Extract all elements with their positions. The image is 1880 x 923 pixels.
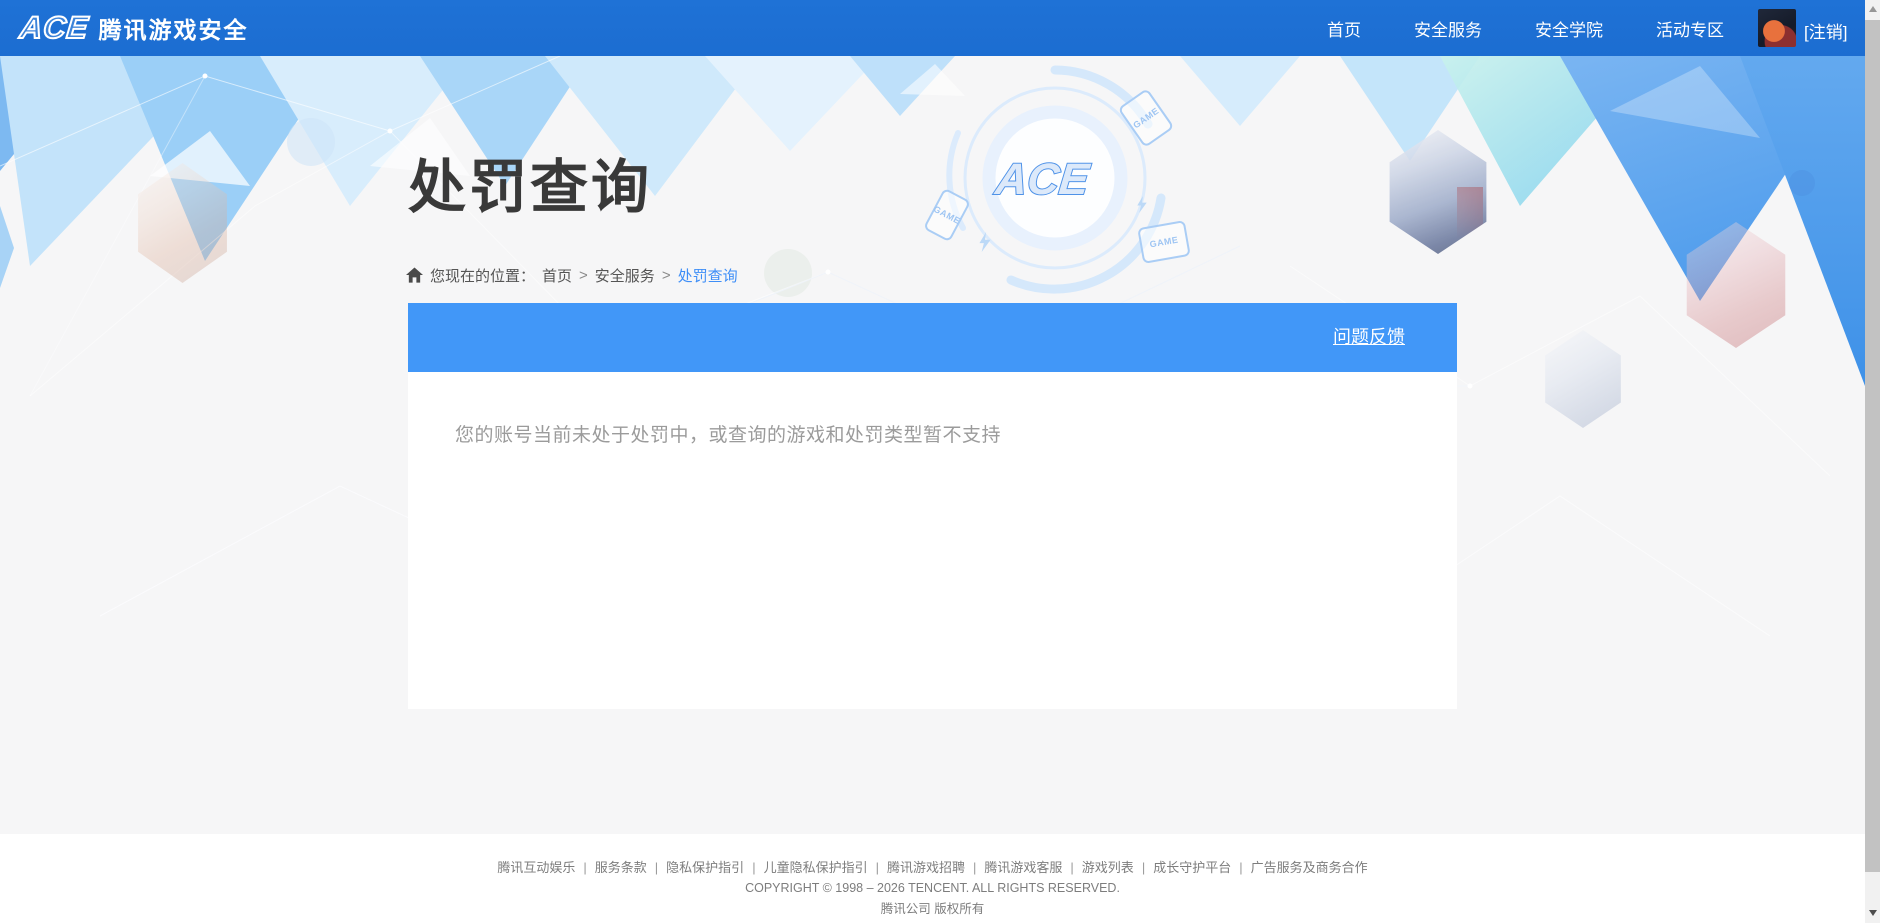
nav-item[interactable]: 安全学院 bbox=[1535, 16, 1603, 41]
nav-item[interactable]: 活动专区 bbox=[1656, 16, 1724, 41]
footer-link-separator: | bbox=[654, 860, 659, 875]
panel-header: 问题反馈 bbox=[408, 303, 1457, 372]
page-title: 处罚查询 bbox=[408, 155, 653, 220]
footer-link-separator: | bbox=[1070, 860, 1074, 875]
game-monitor-icon: GAME bbox=[1137, 220, 1191, 264]
nav-item[interactable]: 安全服务 bbox=[1414, 16, 1482, 41]
panel-body: 您的账号当前未处于处罚中，或查询的游戏和处罚类型暂不支持 bbox=[408, 372, 1457, 709]
query-result-panel: 问题反馈 您的账号当前未处于处罚中，或查询的游戏和处罚类型暂不支持 bbox=[408, 303, 1457, 709]
footer-link[interactable]: 游戏列表 bbox=[1082, 860, 1134, 875]
footer-copyright: COPYRIGHT © 1998 – 2026 TENCENT. ALL RIG… bbox=[745, 881, 1120, 895]
character-hexagon-swordsman bbox=[1389, 130, 1487, 254]
scrollbar-thumb[interactable] bbox=[1865, 20, 1880, 872]
breadcrumb-prefix: 您现在的位置： bbox=[430, 268, 536, 285]
vertical-scrollbar[interactable] bbox=[1865, 0, 1880, 923]
main-nav: 首页 安全服务 安全学院 活动专区 bbox=[1327, 0, 1724, 56]
scrollbar-up-button[interactable] bbox=[1865, 0, 1880, 17]
ace-logo-icon: ACE bbox=[17, 9, 91, 46]
home-icon bbox=[406, 267, 423, 283]
breadcrumb-home[interactable]: 首页 bbox=[542, 265, 572, 286]
user-avatar[interactable] bbox=[1758, 9, 1796, 47]
character-hexagon-red-hair bbox=[1686, 222, 1786, 348]
footer-link[interactable]: 腾讯游戏客服 bbox=[984, 860, 1062, 875]
footer-link[interactable]: 服务条款 bbox=[595, 860, 647, 875]
footer-link[interactable]: 儿童隐私保护指引 bbox=[764, 860, 868, 875]
footer-link-separator: | bbox=[1141, 860, 1146, 875]
scrollbar-down-button[interactable] bbox=[1865, 904, 1880, 921]
breadcrumb-separator: > bbox=[579, 267, 588, 284]
footer-link-separator: | bbox=[752, 860, 756, 875]
character-hexagon-teemo bbox=[138, 163, 227, 283]
breadcrumb-security-service[interactable]: 安全服务 bbox=[595, 265, 655, 286]
footer-link-separator: | bbox=[583, 860, 587, 875]
footer-company: 腾讯公司 版权所有 bbox=[880, 902, 985, 916]
footer-link[interactable]: 广告服务及商务合作 bbox=[1251, 860, 1368, 875]
footer-links: 腾讯互动娱乐 | 服务条款 | 隐私保护指引 | 儿童隐私保护指引 | 腾讯游戏招聘 | 腾讯游戏客… bbox=[0, 834, 1865, 876]
footer-link[interactable]: 成长守护平台 bbox=[1153, 860, 1231, 875]
brand[interactable]: ACE 腾讯游戏安全 bbox=[17, 9, 249, 46]
breadcrumb: 您现在的位置： 首页 > 安全服务 > 处罚查询 bbox=[406, 265, 738, 286]
logout-link[interactable]: [注销] bbox=[1804, 18, 1847, 43]
feedback-link[interactable]: 问题反馈 bbox=[1333, 303, 1405, 372]
arrow-up-icon bbox=[1868, 5, 1877, 12]
footer-link-separator: | bbox=[875, 860, 879, 875]
top-navbar: ACE 腾讯游戏安全 首页 安全服务 安全学院 活动专区 [注销] bbox=[0, 0, 1865, 56]
character-hexagon-silver-hair bbox=[1545, 330, 1621, 428]
footer-link[interactable]: 隐私保护指引 bbox=[666, 860, 744, 875]
footer-link[interactable]: 腾讯游戏招聘 bbox=[887, 860, 965, 875]
result-message: 您的账号当前未处于处罚中，或查询的游戏和处罚类型暂不支持 bbox=[455, 425, 1002, 446]
footer-link-separator: | bbox=[1239, 860, 1243, 875]
nav-item[interactable]: 首页 bbox=[1327, 16, 1361, 41]
page-footer: 腾讯互动娱乐 | 服务条款 | 隐私保护指引 | 儿童隐私保护指引 | 腾讯游戏招聘 | 腾讯游戏客… bbox=[0, 834, 1865, 923]
breadcrumb-separator: > bbox=[661, 267, 671, 284]
footer-link-separator: | bbox=[973, 860, 977, 875]
footer-link[interactable]: 腾讯互动娱乐 bbox=[497, 860, 575, 875]
ace-emblem-text: ACE bbox=[992, 155, 1093, 204]
arrow-down-icon bbox=[1868, 909, 1877, 916]
brand-title: 腾讯游戏安全 bbox=[98, 17, 249, 43]
breadcrumb-current[interactable]: 处罚查询 bbox=[678, 265, 738, 286]
hero-banner: ACE GAME GAME GAME 处罚查询 您现在的位置： 首页 > 安全服… bbox=[0, 56, 1865, 834]
